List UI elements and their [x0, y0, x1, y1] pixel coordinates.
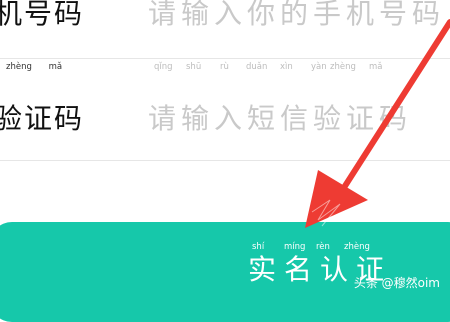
- watermark: 头条 @穆然oim: [353, 276, 440, 290]
- divider: [0, 160, 450, 161]
- phone-row[interactable]: 机号码 请输入你的手机号码: [0, 0, 450, 58]
- code-label: 验证码: [0, 102, 85, 135]
- phone-input[interactable]: 请输入你的手机号码: [148, 0, 445, 32]
- label-pinyin: zhèng mǎ: [6, 62, 63, 72]
- phone-label: 机号码: [0, 0, 85, 30]
- code-row[interactable]: zhèng mǎ 验证码 qǐng shū rù duǎn xìn yàn zh…: [0, 59, 450, 159]
- code-input[interactable]: 请输入短信验证码: [148, 97, 412, 137]
